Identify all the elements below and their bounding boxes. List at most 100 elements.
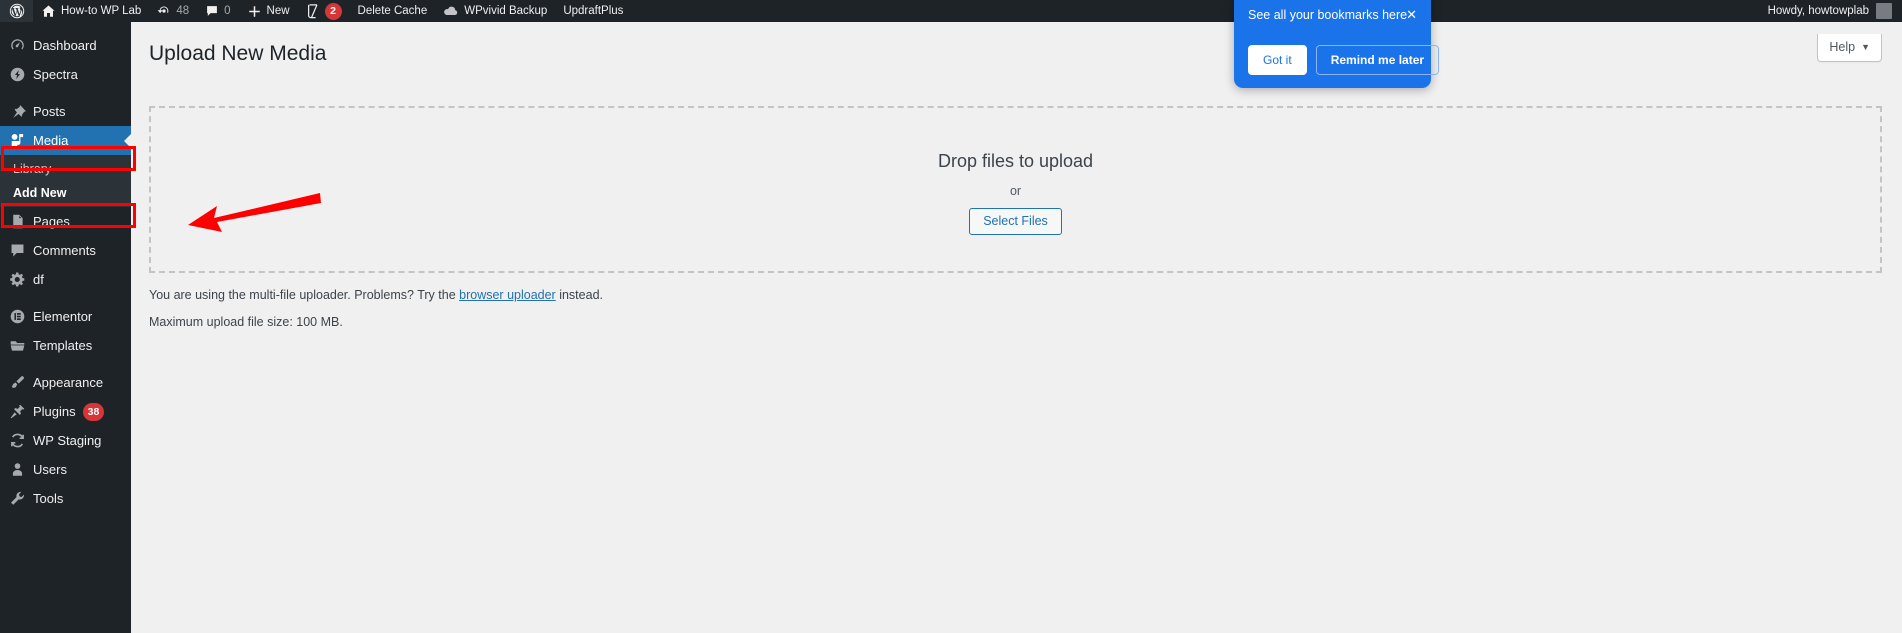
sidebar-item-elementor[interactable]: Elementor: [0, 302, 131, 331]
wrench-icon: [9, 489, 30, 509]
uploader-note-suffix: instead.: [555, 288, 603, 302]
menu-separator: [0, 360, 131, 368]
pin-icon: [9, 102, 30, 122]
sidebar-item-posts[interactable]: Posts: [0, 97, 131, 126]
delete-cache-label: Delete Cache: [357, 5, 428, 17]
close-icon[interactable]: ✕: [1406, 8, 1417, 21]
yoast-badge: 2: [324, 2, 342, 20]
uploader-note: You are using the multi-file uploader. P…: [149, 288, 603, 302]
home-icon: [41, 4, 56, 19]
new-content-label: New: [266, 5, 290, 17]
comments-icon: [9, 241, 30, 261]
spectra-icon: [9, 65, 30, 85]
sidebar-item-label: Elementor: [33, 309, 93, 324]
media-submenu: Library Add New: [0, 155, 131, 207]
delete-cache-button[interactable]: Delete Cache: [350, 0, 436, 22]
updraftplus-button[interactable]: UpdraftPlus: [555, 0, 631, 22]
comments-count: 0: [224, 5, 231, 17]
elementor-icon: [9, 307, 30, 327]
sidebar-item-label: Dashboard: [33, 38, 97, 53]
new-content-button[interactable]: New: [239, 0, 298, 22]
avatar-icon: [1876, 3, 1892, 19]
paintbrush-icon: [9, 373, 30, 393]
sidebar-item-media[interactable]: Media: [0, 126, 131, 155]
updates-icon: [157, 4, 171, 18]
sidebar-item-appearance[interactable]: Appearance: [0, 368, 131, 397]
site-name-button[interactable]: How-to WP Lab: [33, 0, 149, 22]
sidebar-item-wp-staging[interactable]: WP Staging: [0, 426, 131, 455]
page-title: Upload New Media: [149, 42, 327, 65]
select-files-button[interactable]: Select Files: [969, 207, 1062, 235]
bookmark-popup-title: See all your bookmarks here: [1248, 8, 1408, 22]
help-toggle-button[interactable]: Help ▼: [1817, 34, 1882, 62]
sidebar-item-label: df: [33, 272, 44, 287]
sidebar-item-label: Appearance: [33, 375, 104, 390]
sidebar-item-spectra[interactable]: Spectra: [0, 60, 131, 89]
file-dropzone[interactable]: Drop files to upload or Select Files: [149, 106, 1882, 273]
sidebar-item-label: Spectra: [33, 67, 78, 82]
admin-sidebar-menu: Dashboard Spectra Posts Media Library Ad…: [0, 22, 131, 633]
sync-icon: [9, 431, 30, 451]
submenu-item-label: Library: [13, 162, 52, 176]
sidebar-item-label: Comments: [33, 243, 96, 258]
dropzone-heading: Drop files to upload: [937, 150, 1094, 171]
plugin-icon: [9, 402, 30, 422]
updates-count: 48: [176, 5, 190, 17]
sidebar-item-label: Users: [33, 462, 67, 477]
howdy-label: Howdy, howtowplab: [1767, 5, 1869, 17]
howdy-account-menu[interactable]: Howdy, howtowplab: [1760, 0, 1902, 22]
sidebar-item-label: Templates: [33, 338, 93, 353]
sidebar-item-label: Pages: [33, 214, 70, 229]
submenu-item-library[interactable]: Library: [0, 157, 131, 181]
wpvivid-backup-button[interactable]: WPvivid Backup: [435, 0, 555, 22]
sidebar-item-comments[interactable]: Comments: [0, 236, 131, 265]
admin-bar-right: Howdy, howtowplab: [1760, 0, 1902, 22]
cloud-icon: [443, 4, 459, 18]
bookmark-popup-actions: Got it Remind me later: [1248, 45, 1440, 75]
sidebar-item-plugins[interactable]: Plugins 38: [0, 397, 131, 426]
got-it-button[interactable]: Got it: [1248, 45, 1307, 75]
updraftplus-label: UpdraftPlus: [563, 5, 624, 17]
help-label: Help: [1829, 40, 1856, 54]
sidebar-item-pages[interactable]: Pages: [0, 207, 131, 236]
menu-separator: [0, 294, 131, 302]
sidebar-item-users[interactable]: Users: [0, 455, 131, 484]
sidebar-item-label: WP Staging: [33, 433, 102, 448]
pages-icon: [9, 212, 30, 232]
yoast-seo-icon: [306, 3, 320, 19]
media-icon: [9, 131, 30, 151]
sidebar-item-tools[interactable]: Tools: [0, 484, 131, 513]
site-name-label: How-to WP Lab: [61, 5, 142, 17]
dashboard-icon: [9, 36, 30, 56]
main-content-area: Help ▼ Upload New Media Drop files to up…: [131, 22, 1902, 633]
gear-icon: [9, 270, 30, 290]
comments-button[interactable]: 0: [197, 0, 238, 22]
sidebar-item-df[interactable]: df: [0, 265, 131, 294]
wordpress-logo-icon: [9, 3, 25, 19]
comment-bubble-icon: [205, 4, 219, 18]
folder-icon: [9, 336, 30, 356]
max-upload-size-note: Maximum upload file size: 100 MB.: [149, 315, 343, 329]
menu-top-spacer: [0, 22, 131, 31]
sidebar-item-dashboard[interactable]: Dashboard: [0, 31, 131, 60]
dropzone-or-label: or: [1009, 183, 1022, 198]
sidebar-item-templates[interactable]: Templates: [0, 331, 131, 360]
wordpress-logo-button[interactable]: [0, 0, 33, 22]
remind-me-later-button[interactable]: Remind me later: [1315, 45, 1440, 75]
browser-uploader-link[interactable]: browser uploader: [459, 288, 556, 302]
yoast-seo-button[interactable]: 2: [298, 0, 350, 22]
sidebar-item-label: Tools: [33, 491, 64, 506]
sidebar-item-label: Media: [33, 133, 69, 148]
submenu-item-label: Add New: [13, 186, 67, 200]
plus-icon: [247, 4, 262, 19]
sidebar-item-label: Posts: [33, 104, 66, 119]
menu-separator: [0, 89, 131, 97]
bookmark-promo-popup: See all your bookmarks here ✕ Got it Rem…: [1234, 0, 1440, 88]
uploader-note-prefix: You are using the multi-file uploader. P…: [149, 288, 460, 302]
submenu-item-add-new[interactable]: Add New: [0, 181, 131, 205]
user-icon: [9, 460, 30, 480]
sidebar-item-label: Plugins: [33, 404, 76, 419]
plugins-update-badge: 38: [82, 402, 105, 421]
admin-bar: How-to WP Lab 48 0 New 2 Delete Cache WP…: [0, 0, 1902, 22]
updates-button[interactable]: 48: [149, 0, 197, 22]
